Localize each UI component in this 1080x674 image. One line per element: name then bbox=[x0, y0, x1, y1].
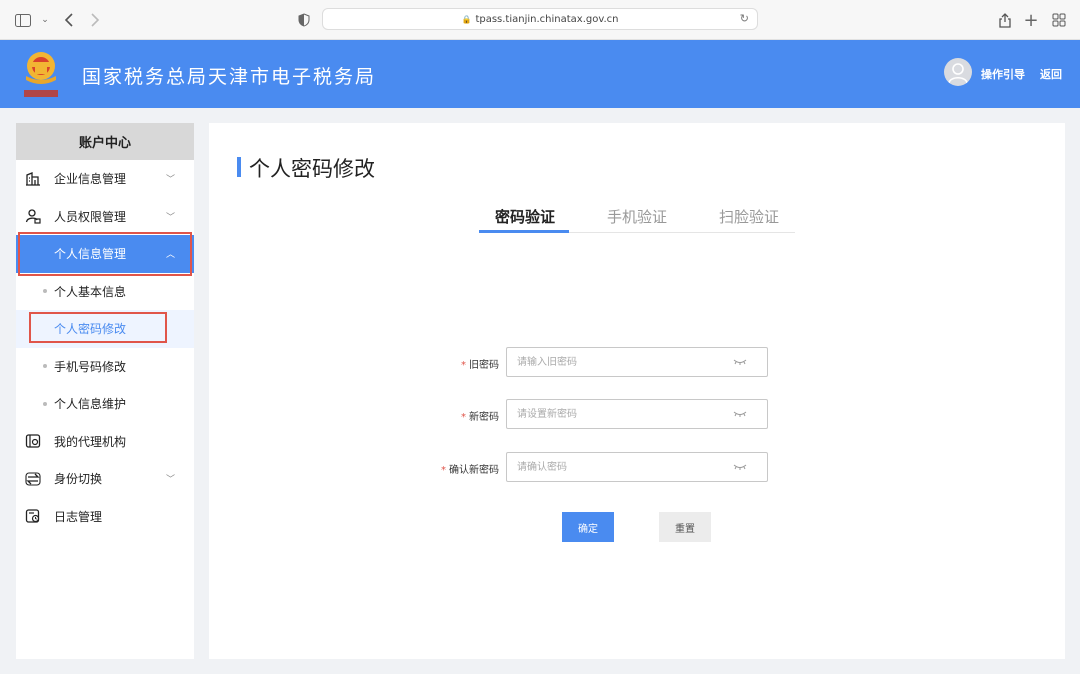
required-mark: * bbox=[461, 412, 466, 423]
app-title: 国家税务总局天津市电子税务局 bbox=[82, 66, 377, 88]
title-accent-bar bbox=[237, 157, 241, 177]
confirm-password-field[interactable] bbox=[506, 452, 768, 482]
old-password-field[interactable] bbox=[506, 347, 768, 377]
sidebar-item-log-management[interactable]: 日志管理 bbox=[16, 498, 194, 536]
confirm-password-input[interactable] bbox=[517, 459, 717, 475]
url-text: tpass.tianjin.chinatax.gov.cn bbox=[475, 13, 619, 25]
tab-phone-verify[interactable]: 手机验证 bbox=[607, 206, 667, 227]
sidebar-item-label: 个人信息管理 bbox=[54, 247, 127, 262]
tab-password-verify[interactable]: 密码验证 bbox=[495, 206, 555, 227]
chevron-up-icon: ︿ bbox=[166, 250, 176, 261]
new-password-field[interactable] bbox=[506, 399, 768, 429]
chevron-down-icon: ﹀ bbox=[166, 175, 176, 186]
chevron-down-icon: ﹀ bbox=[166, 475, 176, 486]
sidebar-subitem-info-maintenance[interactable]: 个人信息维护 bbox=[16, 385, 194, 423]
old-password-label: * 旧密码 bbox=[427, 356, 499, 371]
active-tab-indicator bbox=[479, 230, 569, 233]
confirm-button[interactable]: 确定 bbox=[562, 512, 614, 542]
chevron-down-icon: ﹀ bbox=[166, 212, 176, 223]
privacy-shield-icon[interactable] bbox=[295, 11, 313, 29]
bullet-dot bbox=[43, 401, 47, 406]
confirm-password-label: * 确认新密码 bbox=[409, 461, 499, 476]
sidebar-item-label: 日志管理 bbox=[54, 509, 103, 524]
tab-overview-icon[interactable] bbox=[1050, 11, 1068, 29]
agency-icon bbox=[25, 434, 41, 448]
sidebar-item-label: 身份切换 bbox=[54, 472, 103, 487]
back-link[interactable]: 返回 bbox=[1040, 66, 1062, 82]
sidebar-subitem-basic-info[interactable]: 个人基本信息 bbox=[16, 273, 194, 311]
app-header: 国家税务总局天津市电子税务局 bbox=[0, 40, 1080, 108]
eye-closed-icon[interactable] bbox=[733, 463, 747, 471]
required-mark: * bbox=[461, 360, 466, 371]
sidebar-toggle-icon[interactable] bbox=[14, 11, 32, 29]
sidebar-item-staff-permissions[interactable]: 人员权限管理 ﹀ bbox=[16, 198, 194, 236]
required-mark: * bbox=[441, 465, 446, 476]
avatar[interactable] bbox=[944, 58, 972, 86]
eye-closed-icon[interactable] bbox=[733, 410, 747, 418]
tax-emblem-logo bbox=[24, 52, 58, 97]
sidebar-item-label: 我的代理机构 bbox=[54, 434, 127, 449]
sidebar-item-enterprise-info[interactable]: 企业信息管理 ﹀ bbox=[16, 160, 194, 198]
new-password-input[interactable] bbox=[517, 406, 717, 422]
verification-tabs: 密码验证 手机验证 扫脸验证 bbox=[479, 201, 795, 233]
sidebar-item-label: 个人基本信息 bbox=[54, 284, 127, 299]
operation-guide-link[interactable]: 操作引导 bbox=[981, 66, 1025, 82]
sidebar-item-label: 企业信息管理 bbox=[54, 172, 127, 187]
old-password-input[interactable] bbox=[517, 354, 717, 370]
chevron-down-icon[interactable]: ⌄ bbox=[36, 11, 54, 29]
new-password-label: * 新密码 bbox=[427, 408, 499, 423]
sidebar-subitem-password-change[interactable]: 个人密码修改 bbox=[16, 310, 194, 348]
sidebar-item-personal-info[interactable]: 个人信息管理 ︿ bbox=[16, 235, 194, 273]
sidebar-item-label: 个人信息维护 bbox=[54, 397, 127, 412]
sidebar-item-label: 手机号码修改 bbox=[54, 359, 127, 374]
reset-button[interactable]: 重置 bbox=[659, 512, 711, 542]
old-password-label-text: 旧密码 bbox=[469, 360, 499, 371]
sidebar-item-label: 人员权限管理 bbox=[54, 209, 127, 224]
lock-icon: 🔒 bbox=[461, 14, 472, 24]
building-icon bbox=[26, 171, 40, 186]
back-arrow-icon[interactable] bbox=[60, 11, 78, 29]
sidebar-item-my-agency[interactable]: 我的代理机构 bbox=[16, 423, 194, 461]
switch-icon bbox=[25, 472, 41, 486]
eye-closed-icon[interactable] bbox=[733, 358, 747, 366]
forward-arrow-icon[interactable] bbox=[86, 11, 104, 29]
sidebar-title: 账户中心 bbox=[16, 123, 194, 160]
bullet-dot bbox=[43, 364, 47, 369]
new-password-label-text: 新密码 bbox=[469, 412, 499, 423]
sidebar-item-identity-switch[interactable]: 身份切换 ﹀ bbox=[16, 460, 194, 498]
address-bar[interactable]: 🔒 tpass.tianjin.chinatax.gov.cn ↻ bbox=[322, 8, 758, 30]
share-icon[interactable] bbox=[996, 11, 1014, 29]
sidebar-subitem-phone-change[interactable]: 手机号码修改 bbox=[16, 348, 194, 386]
page-title: 个人密码修改 bbox=[249, 157, 375, 181]
tab-face-verify[interactable]: 扫脸验证 bbox=[719, 206, 779, 227]
sidebar: 账户中心 企业信息管理 ﹀ 人员权限管理 ﹀ 个人信息管理 ︿ 个人基本信息 个… bbox=[16, 123, 194, 659]
confirm-password-label-text: 确认新密码 bbox=[449, 465, 499, 476]
main-panel: 个人密码修改 密码验证 手机验证 扫脸验证 * 旧密码 * 新密码 * 确认新密码 确… bbox=[209, 123, 1065, 659]
bullet-dot bbox=[43, 289, 47, 294]
user-lock-icon bbox=[25, 209, 41, 224]
reload-icon[interactable]: ↻ bbox=[740, 12, 749, 25]
browser-toolbar: ⌄ 🔒 tpass.tianjin.chinatax.gov.cn ↻ + bbox=[0, 0, 1080, 40]
new-tab-icon[interactable]: + bbox=[1022, 10, 1040, 31]
sidebar-item-label: 个人密码修改 bbox=[54, 322, 127, 337]
log-icon bbox=[25, 509, 40, 523]
